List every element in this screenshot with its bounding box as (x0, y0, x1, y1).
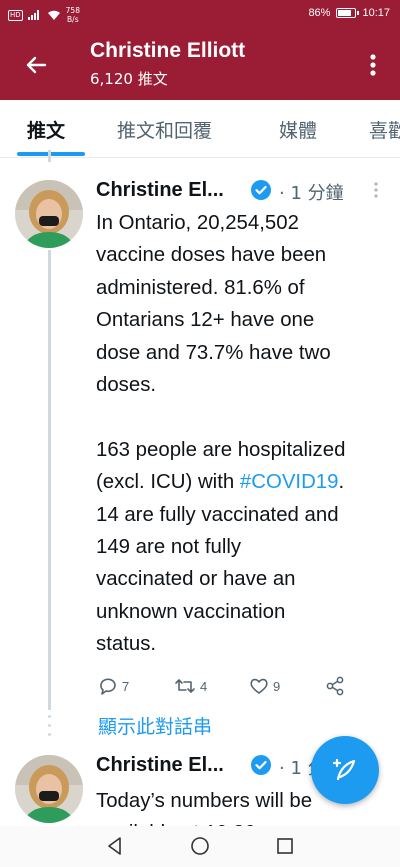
avatar[interactable] (15, 755, 83, 823)
nav-recents-icon[interactable] (274, 835, 296, 857)
heart-icon (250, 678, 268, 694)
thread-dots (47, 715, 52, 745)
nav-back-icon[interactable] (104, 835, 126, 857)
tweet-menu-icon[interactable] (366, 180, 386, 200)
like-button[interactable]: 9 (249, 676, 280, 696)
profile-tabs: 推文 推文和回覆 媒體 喜歡 (0, 100, 400, 158)
profile-photo (15, 180, 83, 248)
back-button[interactable] (14, 47, 58, 83)
retweet-count: 4 (200, 678, 208, 694)
profile-name-title: Christine Elliott (90, 39, 246, 62)
retweet-button[interactable]: 4 (174, 676, 207, 696)
active-tab-indicator (17, 152, 85, 156)
reply-icon (100, 678, 116, 695)
tweet-author-name[interactable]: Christine El... (96, 754, 224, 777)
wifi-icon (47, 10, 60, 20)
tab-media[interactable]: 媒體 (279, 116, 317, 143)
status-bar: HD 758 B/s 86% 10:17 (0, 0, 400, 30)
tweet-timestamp[interactable]: · 1 分鐘 (279, 179, 344, 205)
show-thread-link[interactable]: 顯示此對話串 (98, 712, 212, 739)
network-speed: 758 B/s (66, 6, 80, 24)
reply-button[interactable]: 7 (98, 676, 129, 696)
more-options-button[interactable] (358, 47, 388, 83)
retweet-icon (175, 679, 195, 693)
tab-tweets-and-replies[interactable]: 推文和回覆 (117, 116, 212, 143)
system-nav-bar (0, 826, 400, 867)
battery-icon (336, 8, 360, 18)
clock: 10:17 (362, 7, 390, 19)
share-button[interactable] (325, 676, 345, 696)
avatar[interactable] (15, 180, 83, 248)
network-speed-value: 758 (65, 6, 80, 15)
thread-line-top (48, 150, 51, 162)
cellular-signal-icon (27, 10, 39, 20)
share-icon (326, 676, 344, 696)
tweet-text: In Ontario, 20,254,502 vaccine doses hav… (96, 207, 396, 661)
app-header: Christine Elliott 6,120 推文 (0, 30, 400, 100)
tab-tweets[interactable]: 推文 (27, 116, 65, 143)
arrow-left-icon (26, 56, 47, 74)
reply-count: 7 (122, 678, 130, 694)
nav-home-icon[interactable] (189, 835, 211, 857)
hashtag-link[interactable]: #COVID19 (240, 471, 339, 493)
hd-badge: HD (8, 9, 23, 21)
tweet-text-part2: . 14 are fully vaccinated and 149 are no… (96, 471, 345, 656)
tweet-text-part1: In Ontario, 20,254,502 vaccine doses hav… (96, 212, 346, 494)
thread-line (48, 250, 51, 710)
battery-percent: 86% (308, 7, 331, 19)
verified-badge-icon (251, 180, 271, 200)
verified-badge-icon (251, 755, 271, 775)
tab-likes[interactable]: 喜歡 (369, 116, 400, 143)
tweet-count: 6,120 推文 (90, 70, 168, 88)
profile-photo (15, 755, 83, 823)
compose-feather-icon (332, 758, 356, 781)
network-speed-unit: B/s (67, 15, 79, 24)
like-count: 9 (273, 678, 281, 694)
compose-tweet-button[interactable] (311, 736, 379, 804)
vertical-dots-icon (370, 54, 376, 76)
tweet-author-name[interactable]: Christine El... (96, 179, 224, 202)
